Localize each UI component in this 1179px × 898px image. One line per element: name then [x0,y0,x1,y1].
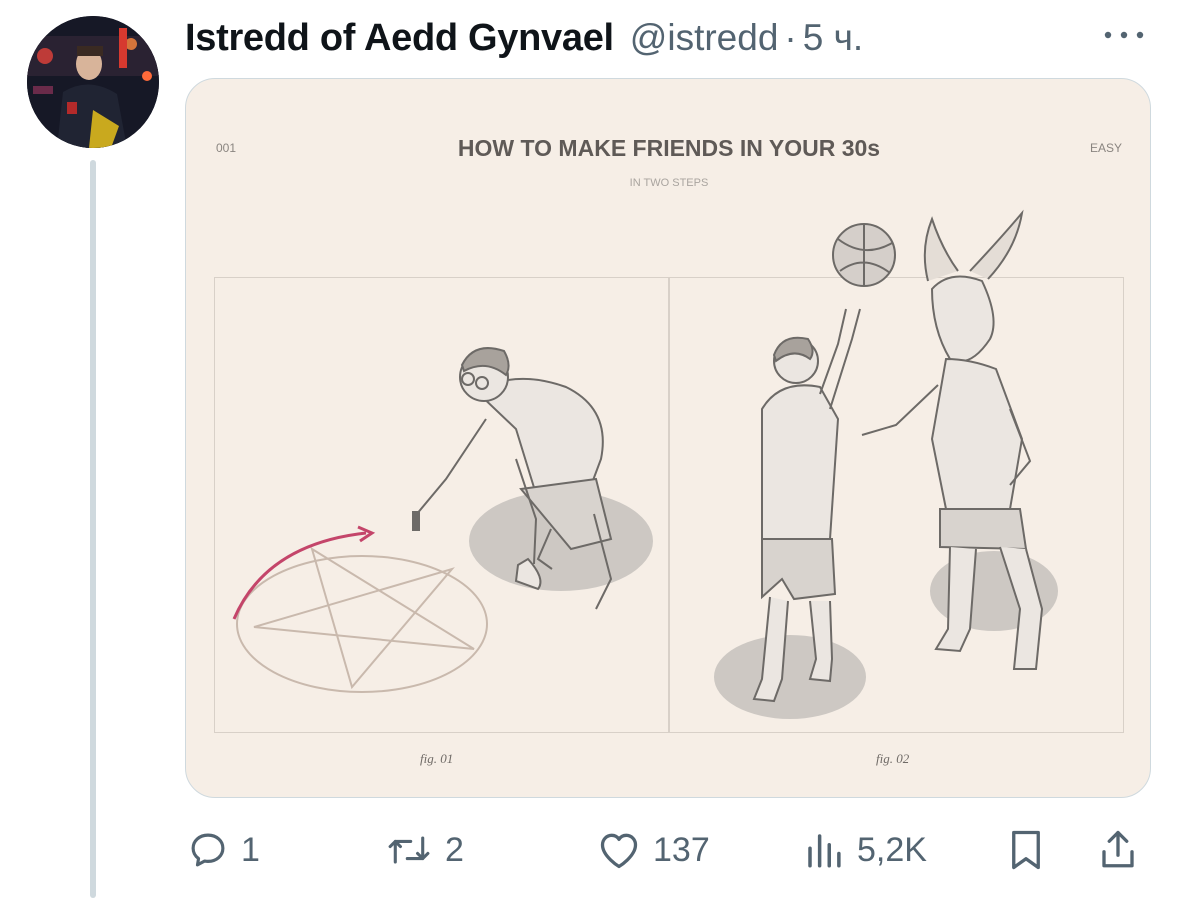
like-count: 137 [653,830,710,869]
bookmark-icon [1012,830,1040,870]
reply-button[interactable]: 1 [187,822,260,878]
like-button[interactable]: 137 [597,822,710,878]
retweet-button[interactable]: 2 [385,822,464,878]
tweet-time[interactable]: 5 ч. [803,17,863,59]
views-button[interactable]: 5,2K [803,822,927,878]
bookmark-button[interactable] [1005,822,1047,878]
figure-1-caption: fig. 01 [420,751,454,766]
fig-02-illustration [714,209,1058,719]
media-subtitle: IN TWO STEPS [629,177,709,189]
retweet-count: 2 [445,830,464,869]
media-difficulty: EASY [1089,141,1122,155]
avatar-image [27,16,159,148]
more-icon[interactable] [1100,20,1148,50]
share-button[interactable] [1097,822,1139,878]
avatar[interactable] [27,16,159,148]
reply-icon [191,833,225,867]
separator-dot: · [784,17,797,58]
author-handle[interactable]: @istredd [630,17,779,59]
fig-01-illustration [232,347,653,693]
views-icon [808,834,841,868]
author-name[interactable]: Istredd of Aedd Gynvael [185,17,614,60]
tweet-media-image[interactable]: 001 HOW TO MAKE FRIENDS IN YOUR 30s IN T… [185,78,1151,798]
figure-2-caption: fig. 02 [876,751,910,766]
retweet-icon [388,836,430,864]
tweet-header: Istredd of Aedd Gynvael @istredd · 5 ч. [185,12,863,64]
reply-count: 1 [241,830,260,869]
share-icon [1102,830,1134,868]
tweet-actions: 1 2 137 5,2K [185,822,1151,878]
media-title: HOW TO MAKE FRIENDS IN YOUR 30s [457,135,881,161]
like-icon [600,833,638,869]
views-count: 5,2K [857,830,927,869]
thread-line [90,160,96,898]
